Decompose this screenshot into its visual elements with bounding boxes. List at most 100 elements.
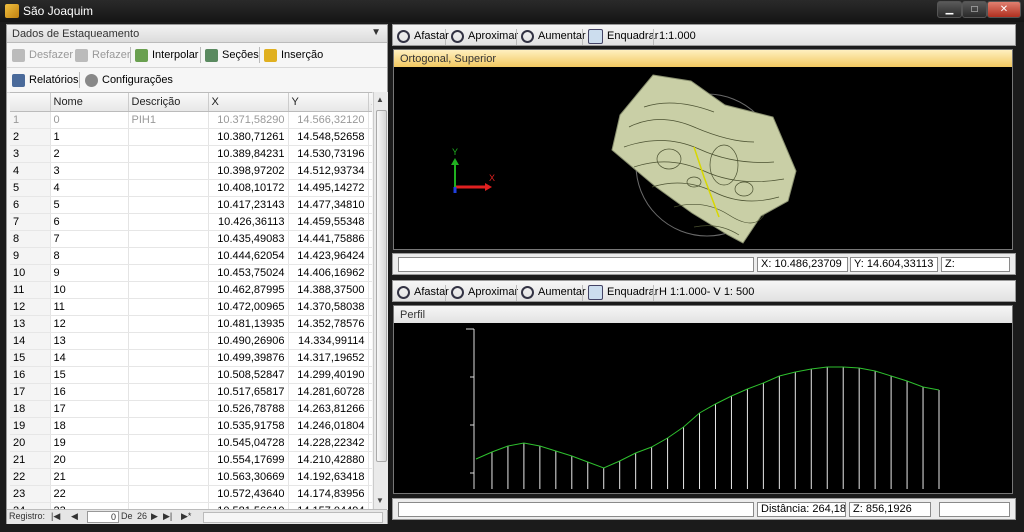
reports-button[interactable]: Relatórios bbox=[12, 72, 79, 88]
x-cell[interactable]: 10.554,17699 bbox=[208, 451, 289, 469]
z-cell[interactable] bbox=[368, 417, 372, 435]
row-number-cell[interactable]: 15 bbox=[10, 349, 51, 367]
description-cell[interactable]: PIH1 bbox=[128, 111, 209, 129]
vertical-scrollbar[interactable]: ▲ ▼ bbox=[373, 92, 388, 510]
row-number-cell[interactable]: 14 bbox=[10, 332, 51, 350]
description-cell[interactable] bbox=[128, 366, 209, 384]
y-cell[interactable]: 14.246,01804 bbox=[288, 417, 369, 435]
table-row[interactable]: 17 16 10.517,65817 14.281,60728 bbox=[10, 383, 372, 401]
y-cell[interactable]: 14.495,14272 bbox=[288, 179, 369, 197]
description-cell[interactable] bbox=[128, 451, 209, 469]
pin-icon[interactable]: ▼ bbox=[371, 27, 381, 38]
close-button[interactable]: ✕ bbox=[987, 1, 1021, 18]
y-cell[interactable]: 14.317,19652 bbox=[288, 349, 369, 367]
profile-fit-button[interactable]: Enquadrar bbox=[588, 284, 658, 300]
table-row[interactable]: 22 21 10.563,30669 14.192,63418 bbox=[10, 468, 372, 486]
x-cell[interactable]: 10.444,62054 bbox=[208, 247, 289, 265]
scroll-down-icon[interactable]: ▼ bbox=[376, 496, 384, 505]
prev-record-icon[interactable]: ◀ bbox=[71, 511, 78, 522]
next-record-icon[interactable]: ▶ bbox=[151, 511, 158, 522]
row-number-cell[interactable]: 19 bbox=[10, 417, 51, 435]
top-view[interactable]: Ortogonal, Superior X Y bbox=[393, 49, 1013, 250]
x-cell[interactable]: 10.490,26906 bbox=[208, 332, 289, 350]
table-row[interactable]: 5 4 10.408,10172 14.495,14272 bbox=[10, 179, 372, 197]
row-number-cell[interactable]: 7 bbox=[10, 213, 51, 231]
x-cell[interactable]: 10.426,36113 bbox=[208, 213, 289, 231]
horizontal-scrollbar[interactable] bbox=[203, 512, 383, 523]
x-cell[interactable]: 10.526,78788 bbox=[208, 400, 289, 418]
name-cell[interactable]: 1 bbox=[50, 128, 129, 146]
table-row[interactable]: 8 7 10.435,49083 14.441,75886 bbox=[10, 230, 372, 248]
z-cell[interactable] bbox=[368, 434, 372, 452]
description-cell[interactable] bbox=[128, 417, 209, 435]
profile-view[interactable]: Perfil bbox=[393, 305, 1013, 494]
z-cell[interactable] bbox=[368, 332, 372, 350]
top-view-canvas[interactable]: X Y bbox=[394, 67, 1012, 249]
table-row[interactable]: 15 14 10.499,39876 14.317,19652 bbox=[10, 349, 372, 367]
y-cell[interactable]: 14.530,73196 bbox=[288, 145, 369, 163]
y-cell[interactable]: 14.566,32120 bbox=[288, 111, 369, 129]
column-header-y[interactable]: Y bbox=[288, 93, 369, 112]
description-cell[interactable] bbox=[128, 468, 209, 486]
name-cell[interactable]: 16 bbox=[50, 383, 129, 401]
x-cell[interactable]: 10.545,04728 bbox=[208, 434, 289, 452]
row-number-cell[interactable]: 23 bbox=[10, 485, 51, 503]
table-row[interactable]: 12 11 10.472,00965 14.370,58038 bbox=[10, 298, 372, 316]
description-cell[interactable] bbox=[128, 196, 209, 214]
name-cell[interactable]: 15 bbox=[50, 366, 129, 384]
x-cell[interactable]: 10.563,30669 bbox=[208, 468, 289, 486]
name-cell[interactable]: 20 bbox=[50, 451, 129, 469]
x-cell[interactable]: 10.517,65817 bbox=[208, 383, 289, 401]
x-cell[interactable]: 10.462,87995 bbox=[208, 281, 289, 299]
y-cell[interactable]: 14.477,34810 bbox=[288, 196, 369, 214]
scroll-up-icon[interactable]: ▲ bbox=[376, 95, 384, 104]
redo-button[interactable]: Refazer bbox=[75, 47, 131, 63]
new-record-icon[interactable]: ▶* bbox=[181, 511, 191, 522]
table-row[interactable]: 7 6 10.426,36113 14.459,55348 bbox=[10, 213, 372, 231]
z-cell[interactable] bbox=[368, 349, 372, 367]
description-cell[interactable] bbox=[128, 315, 209, 333]
interpolate-button[interactable]: Interpolar bbox=[135, 47, 198, 63]
x-cell[interactable]: 10.380,71261 bbox=[208, 128, 289, 146]
row-number-cell[interactable]: 13 bbox=[10, 315, 51, 333]
x-cell[interactable]: 10.499,39876 bbox=[208, 349, 289, 367]
z-cell[interactable] bbox=[368, 400, 372, 418]
y-cell[interactable]: 14.228,22342 bbox=[288, 434, 369, 452]
table-row[interactable]: 4 3 10.398,97202 14.512,93734 bbox=[10, 162, 372, 180]
y-cell[interactable]: 14.334,99114 bbox=[288, 332, 369, 350]
description-cell[interactable] bbox=[128, 434, 209, 452]
z-cell[interactable] bbox=[368, 366, 372, 384]
row-number-cell[interactable]: 10 bbox=[10, 264, 51, 282]
x-cell[interactable]: 10.417,23143 bbox=[208, 196, 289, 214]
z-cell[interactable] bbox=[368, 468, 372, 486]
row-number-cell[interactable]: 1 bbox=[10, 111, 51, 129]
description-cell[interactable] bbox=[128, 400, 209, 418]
name-cell[interactable]: 13 bbox=[50, 332, 129, 350]
table-row[interactable]: 1 0 PIH1 10.371,58290 14.566,32120 bbox=[10, 111, 372, 129]
y-cell[interactable]: 14.210,42880 bbox=[288, 451, 369, 469]
x-cell[interactable]: 10.398,97202 bbox=[208, 162, 289, 180]
column-header-x[interactable]: X bbox=[208, 93, 289, 112]
name-cell[interactable]: 18 bbox=[50, 417, 129, 435]
sections-button[interactable]: Seções bbox=[205, 47, 259, 63]
x-cell[interactable]: 10.481,13935 bbox=[208, 315, 289, 333]
row-number-cell[interactable]: 4 bbox=[10, 162, 51, 180]
z-cell[interactable] bbox=[368, 281, 372, 299]
description-cell[interactable] bbox=[128, 264, 209, 282]
x-cell[interactable]: 10.389,84231 bbox=[208, 145, 289, 163]
x-cell[interactable]: 10.453,75024 bbox=[208, 264, 289, 282]
z-cell[interactable] bbox=[368, 213, 372, 231]
description-cell[interactable] bbox=[128, 128, 209, 146]
name-cell[interactable]: 22 bbox=[50, 485, 129, 503]
name-cell[interactable]: 0 bbox=[50, 111, 129, 129]
row-number-cell[interactable]: 2 bbox=[10, 128, 51, 146]
table-row[interactable]: 23 22 10.572,43640 14.174,83956 bbox=[10, 485, 372, 503]
column-header-name[interactable]: Nome bbox=[50, 93, 129, 112]
description-cell[interactable] bbox=[128, 383, 209, 401]
row-number-cell[interactable]: 16 bbox=[10, 366, 51, 384]
table-row[interactable]: 21 20 10.554,17699 14.210,42880 bbox=[10, 451, 372, 469]
profile-canvas[interactable] bbox=[394, 323, 1012, 493]
y-cell[interactable]: 14.299,40190 bbox=[288, 366, 369, 384]
row-number-cell[interactable]: 20 bbox=[10, 434, 51, 452]
y-cell[interactable]: 14.192,63418 bbox=[288, 468, 369, 486]
